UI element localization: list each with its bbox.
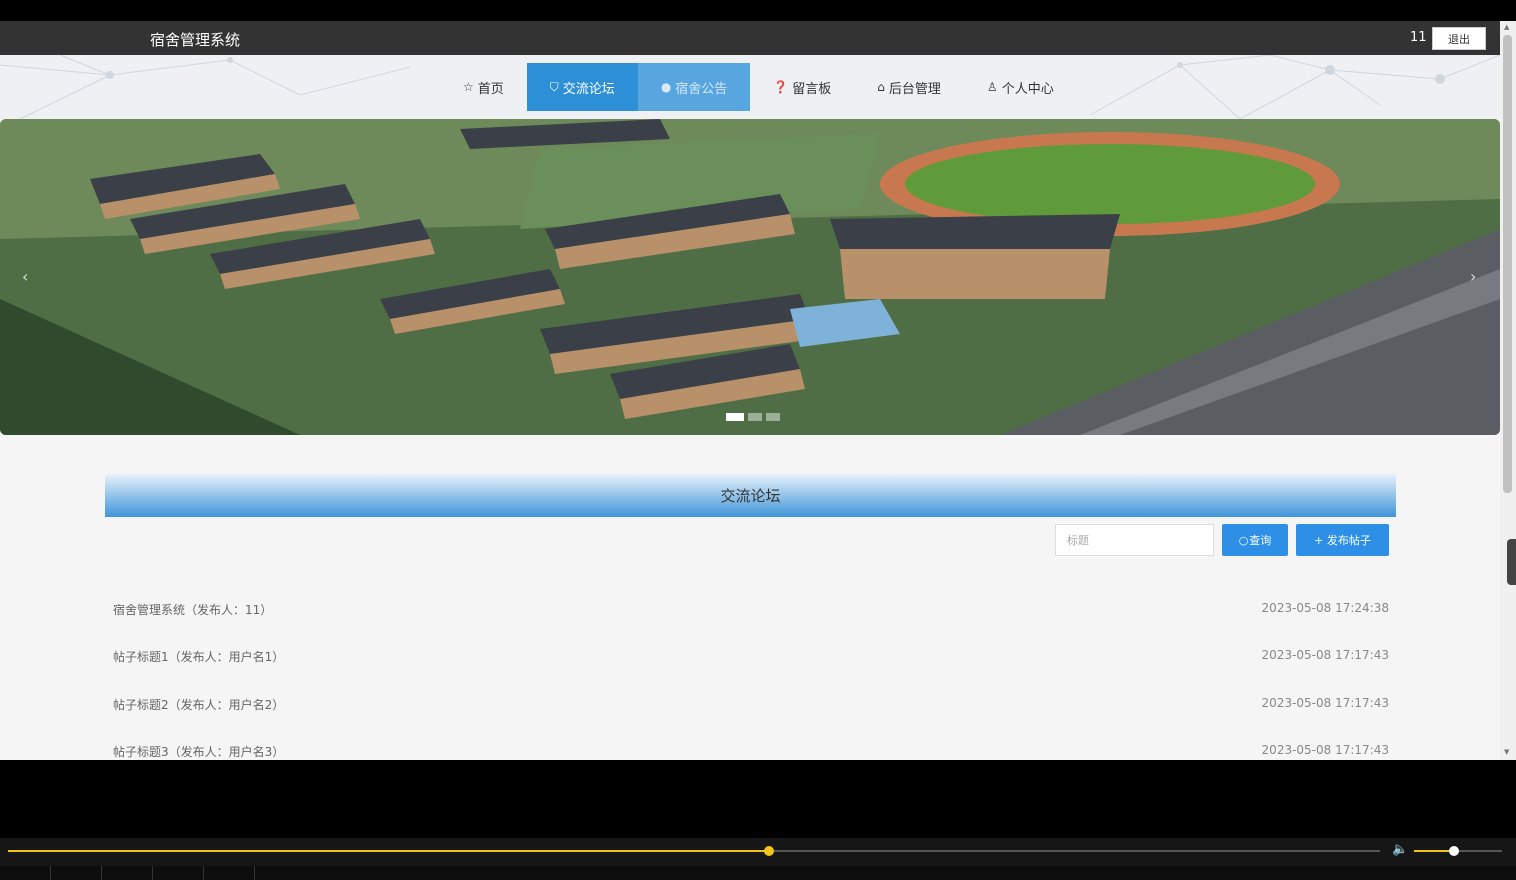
add-post-button[interactable]: + 发布帖子 xyxy=(1296,524,1389,556)
volume-knob[interactable] xyxy=(1448,846,1459,856)
post-title[interactable]: 宿舍管理系统（发布人：11） xyxy=(113,601,272,618)
progress-bar[interactable] xyxy=(8,846,1380,856)
nav-item-forum[interactable]: ⛉ 交流论坛 xyxy=(526,63,638,111)
post-date: 2023-05-08 17:17:43 xyxy=(1261,648,1389,662)
info-icon: ● xyxy=(660,80,672,94)
nav-item-announcements[interactable]: ● 宿舍公告 xyxy=(637,63,751,111)
taskbar-item[interactable] xyxy=(153,866,204,880)
nav-item-label: 后台管理 xyxy=(888,81,941,97)
nav-item-label: 个人中心 xyxy=(1001,81,1054,97)
nav-item-message-board[interactable]: ❓ 留言板 xyxy=(750,63,854,111)
section-title: 交流论坛 xyxy=(105,474,1396,517)
search-input[interactable] xyxy=(1055,524,1214,556)
nav-item-profile[interactable]: ♙ 个人中心 xyxy=(964,63,1077,111)
post-date: 2023-05-08 17:17:43 xyxy=(1261,696,1389,710)
post-title[interactable]: 帖子标题1（发布人：用户名1） xyxy=(113,648,284,665)
nav-item-label: 交流论坛 xyxy=(562,81,615,97)
search-icon: ○ xyxy=(1238,533,1249,547)
nav-item-admin[interactable]: ⌂ 后台管理 xyxy=(854,63,964,111)
list-item[interactable]: 帖子标题3（发布人：用户名3） 2023-05-08 17:17:43 xyxy=(113,743,1389,760)
bag-icon: ⛉ xyxy=(549,79,559,94)
progress-knob[interactable] xyxy=(764,846,775,856)
banner-next-arrow[interactable]: › xyxy=(1470,267,1476,286)
list-item[interactable]: 宿舍管理系统（发布人：11） 2023-05-08 17:24:38 xyxy=(113,601,1389,621)
query-button[interactable]: ○ 查询 xyxy=(1222,524,1288,556)
list-item[interactable]: 帖子标题1（发布人：用户名1） 2023-05-08 17:17:43 xyxy=(113,648,1389,668)
main-nav: ☆ 首页 ⛉ 交流论坛 ● 宿舍公告 ❓ 留言板 ⌂ 后台管理 ♙ 个人中心 xyxy=(440,63,1077,111)
list-item[interactable]: 帖子标题2（发布人：用户名2） 2023-05-08 17:17:43 xyxy=(113,696,1389,716)
campus-banner: ‹ › xyxy=(0,119,1500,435)
site-title: 宿舍管理系统 xyxy=(150,31,241,49)
banner-dot[interactable] xyxy=(726,413,744,421)
campus-aerial-image xyxy=(0,119,1500,435)
logout-button[interactable]: 退出 xyxy=(1432,27,1486,50)
nav-item-label: 宿舍公告 xyxy=(675,81,728,97)
side-panel-handle[interactable] xyxy=(1507,539,1516,585)
scroll-thumb[interactable] xyxy=(1503,35,1512,493)
nav-item-label: 留言板 xyxy=(792,81,832,97)
volume-icon[interactable]: 🔈 xyxy=(1392,842,1408,857)
taskbar-item[interactable] xyxy=(51,866,102,880)
star-icon: ☆ xyxy=(463,80,474,94)
nav-item-label: 首页 xyxy=(477,81,504,97)
scroll-down-icon[interactable]: ▼ xyxy=(1504,748,1509,756)
question-icon: ❓ xyxy=(773,80,789,94)
nav-item-home[interactable]: ☆ 首页 xyxy=(440,63,527,111)
post-date: 2023-05-08 17:24:38 xyxy=(1261,601,1389,615)
taskbar-item[interactable] xyxy=(204,866,255,880)
banner-pagination xyxy=(726,413,780,421)
taskbar-item[interactable] xyxy=(0,866,51,880)
taskbar-item[interactable] xyxy=(102,866,153,880)
page-scrollbar[interactable]: ▲ ▼ xyxy=(1500,21,1516,760)
volume-fill xyxy=(1414,850,1454,852)
scroll-up-icon[interactable]: ▲ xyxy=(1504,23,1509,31)
post-title[interactable]: 帖子标题2（发布人：用户名2） xyxy=(113,696,284,713)
banner-prev-arrow[interactable]: ‹ xyxy=(22,267,28,286)
browser-page: 宿舍管理系统 11 退出 ☆ 首页 ⛉ 交流论坛 ● 宿舍公告 ❓ 留言板 ⌂ … xyxy=(0,21,1500,760)
volume-slider[interactable] xyxy=(1414,846,1502,856)
banner-dot[interactable] xyxy=(766,413,780,421)
user-icon: ♙ xyxy=(986,80,998,94)
query-button-label: 查询 xyxy=(1249,534,1272,547)
user-name: 11 xyxy=(1410,30,1427,45)
post-title[interactable]: 帖子标题3（发布人：用户名3） xyxy=(113,743,284,760)
banner-dot[interactable] xyxy=(748,413,762,421)
nav-band: ☆ 首页 ⛉ 交流论坛 ● 宿舍公告 ❓ 留言板 ⌂ 后台管理 ♙ 个人中心 xyxy=(0,55,1500,119)
progress-fill xyxy=(8,850,770,852)
post-date: 2023-05-08 17:17:43 xyxy=(1261,743,1389,757)
building-icon: ⌂ xyxy=(877,80,885,94)
taskbar xyxy=(0,866,1516,880)
top-bar: 宿舍管理系统 11 退出 xyxy=(0,21,1500,55)
